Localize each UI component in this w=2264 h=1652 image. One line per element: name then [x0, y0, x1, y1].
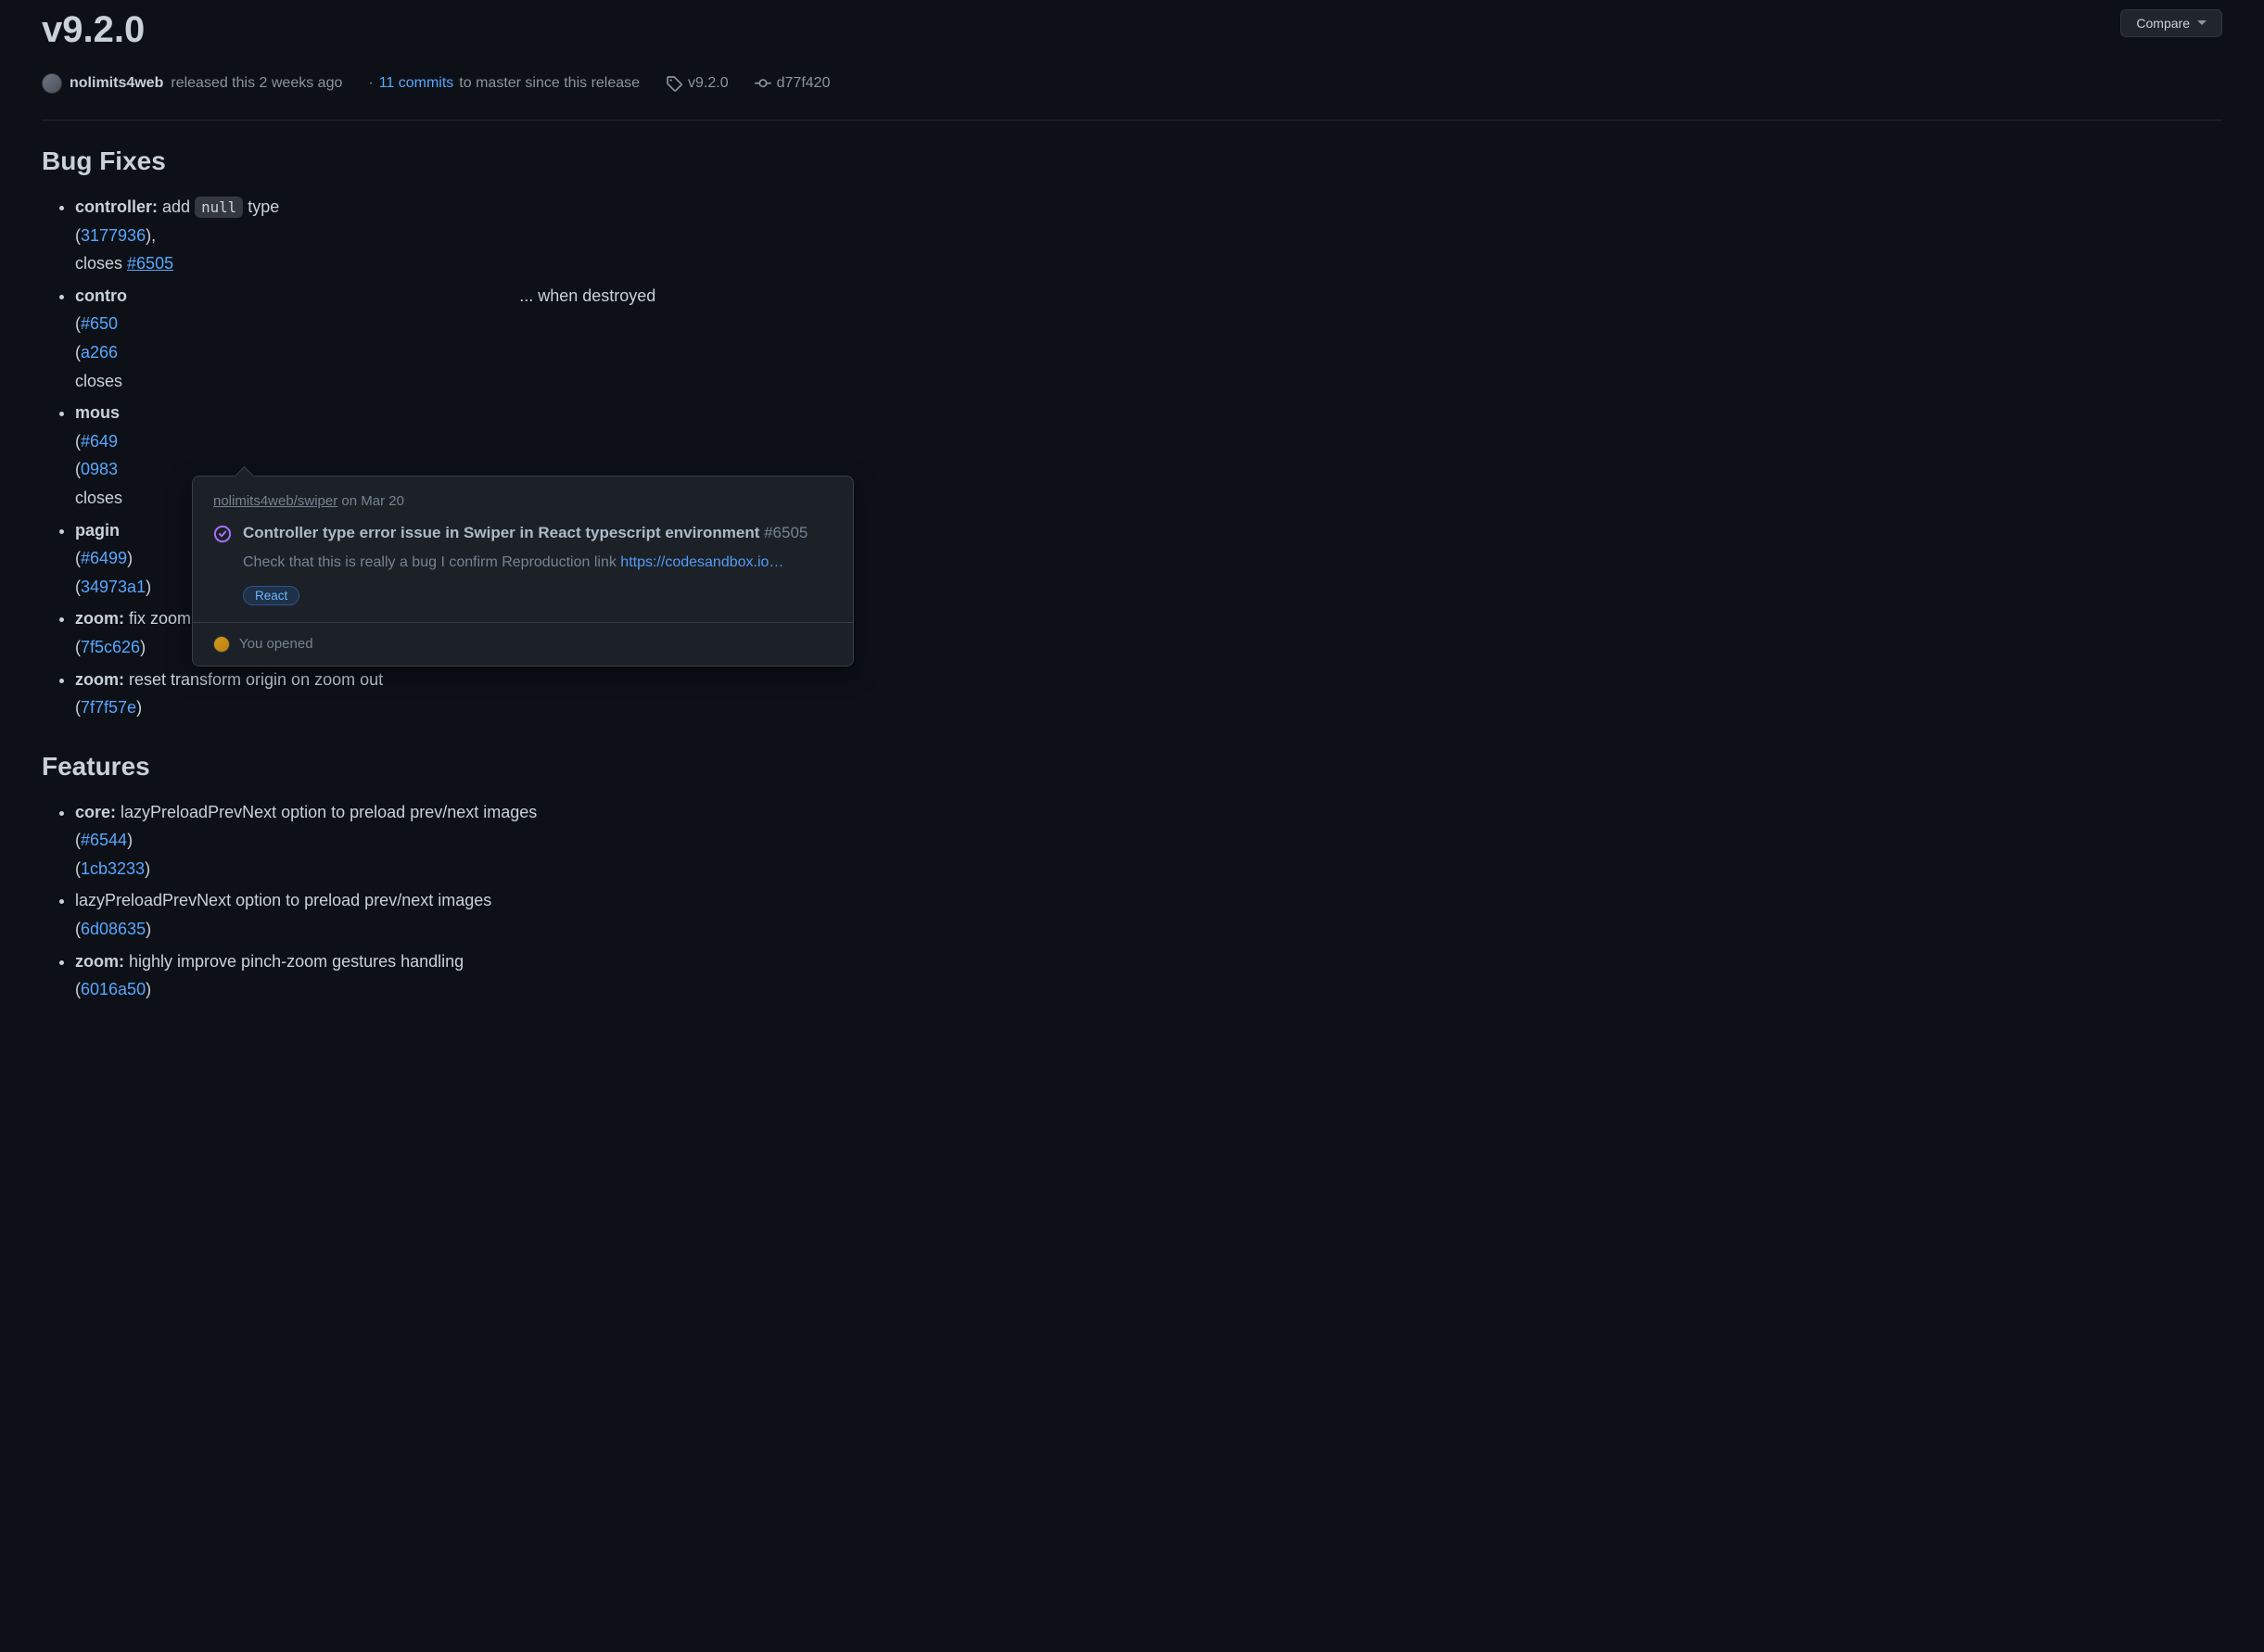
hovercard-desc-text: Check that this is really a bug I confir… — [243, 554, 620, 570]
hovercard-repo-link[interactable]: nolimits4web/swiper — [213, 493, 337, 509]
avatar[interactable] — [42, 73, 62, 94]
compare-label: Compare — [2136, 16, 2190, 31]
paren: ) — [136, 698, 142, 717]
paren: ) — [127, 549, 133, 567]
label-badge[interactable]: React — [243, 586, 299, 605]
issue-link[interactable]: #6499 — [81, 549, 127, 567]
item-scope: zoom: — [75, 609, 124, 628]
avatar[interactable] — [213, 636, 230, 653]
paren: ) — [140, 638, 146, 656]
commit-link[interactable]: 34973a1 — [81, 578, 146, 596]
author-link[interactable]: nolimits4web — [70, 75, 163, 92]
commit-link[interactable]: a266 — [81, 343, 118, 362]
closes-text: closes — [75, 489, 122, 507]
item-scope: zoom: — [75, 952, 124, 971]
code-literal: null — [195, 197, 243, 218]
meta-dot: · — [368, 75, 373, 92]
hovercard-description: Check that this is really a bug I confir… — [243, 552, 833, 573]
commit-icon — [755, 75, 771, 92]
text: lazyPreloadPrevNext option to preload pr… — [116, 803, 537, 821]
issue-closed-icon — [213, 525, 232, 543]
release-meta: nolimits4web released this 2 weeks ago ·… — [42, 73, 2222, 94]
divider — [42, 120, 2222, 121]
list-item: controller: add null type (3177936), clo… — [75, 193, 2222, 278]
bugfixes-heading: Bug Fixes — [42, 146, 2222, 176]
commit-link[interactable]: 7f5c626 — [81, 638, 140, 656]
issue-hovercard: nolimits4web/swiper on Mar 20 Controller… — [192, 476, 854, 667]
issue-link[interactable]: #6544 — [81, 831, 127, 849]
list-item: lazyPreloadPrevNext option to preload pr… — [75, 886, 2222, 943]
paren: ) — [145, 859, 150, 878]
item-scope: controller: — [75, 197, 158, 216]
commit-link[interactable]: 0983 — [81, 460, 118, 478]
text: ... when destroyed — [515, 286, 655, 305]
commit-link[interactable]: 6016a50 — [81, 980, 146, 998]
commit-sha: d77f420 — [777, 75, 831, 92]
issue-link[interactable]: #6505 — [127, 254, 173, 273]
list-item: core: lazyPreloadPrevNext option to prel… — [75, 798, 2222, 883]
hovercard-footer-text: You opened — [239, 636, 313, 652]
text: reset transform origin on zoom out — [124, 670, 383, 689]
commit-link[interactable]: 7f7f57e — [81, 698, 136, 717]
list-item: zoom: reset transform origin on zoom out… — [75, 666, 2222, 722]
item-scope: core: — [75, 803, 116, 821]
item-scope: mous — [75, 403, 120, 422]
paren: ) — [146, 578, 151, 596]
closes-text: closes — [75, 254, 127, 273]
hovercard-repo-line: nolimits4web/swiper on Mar 20 — [213, 493, 833, 509]
paren: ) — [146, 980, 151, 998]
paren: ) — [146, 920, 151, 938]
commit-link[interactable]: 1cb3233 — [81, 859, 145, 878]
compare-button[interactable]: Compare — [2120, 9, 2222, 37]
item-scope: pagin — [75, 521, 120, 540]
issue-link[interactable]: #650 — [81, 314, 118, 333]
text: lazyPreloadPrevNext option to preload pr… — [75, 891, 491, 909]
paren: ), — [146, 226, 156, 245]
text: type — [243, 197, 279, 216]
closes-text: closes — [75, 372, 122, 390]
item-scope: zoom: — [75, 670, 124, 689]
hovercard-footer: You opened — [193, 622, 853, 666]
hovercard-date: on Mar 20 — [337, 493, 404, 509]
tag-icon — [666, 75, 682, 92]
item-scope: contro — [75, 286, 127, 305]
text: add — [158, 197, 195, 216]
dropdown-caret-icon — [2197, 20, 2207, 26]
issue-link[interactable]: #649 — [81, 432, 118, 451]
features-list: core: lazyPreloadPrevNext option to prel… — [42, 798, 2222, 1004]
text: highly improve pinch-zoom gestures handl… — [124, 952, 464, 971]
paren: ) — [127, 831, 133, 849]
hovercard-issue-number: #6505 — [759, 524, 808, 541]
commits-link[interactable]: 11 commits — [379, 75, 454, 92]
released-text: released this 2 weeks ago — [171, 75, 342, 92]
features-heading: Features — [42, 752, 2222, 782]
hovercard-issue-title[interactable]: Controller type error issue in Swiper in… — [243, 524, 759, 541]
commit-link[interactable]: 3177936 — [81, 226, 146, 245]
tag-name: v9.2.0 — [688, 75, 729, 92]
hovercard-repro-link[interactable]: https://codesandbox.io… — [620, 554, 783, 570]
commits-suffix: to master since this release — [459, 75, 640, 92]
list-item: zoom: highly improve pinch-zoom gestures… — [75, 947, 2222, 1004]
commit-link[interactable]: 6d08635 — [81, 920, 146, 938]
list-item: controller: some modules bindings are no… — [75, 282, 2222, 395]
release-title: v9.2.0 — [42, 9, 145, 51]
